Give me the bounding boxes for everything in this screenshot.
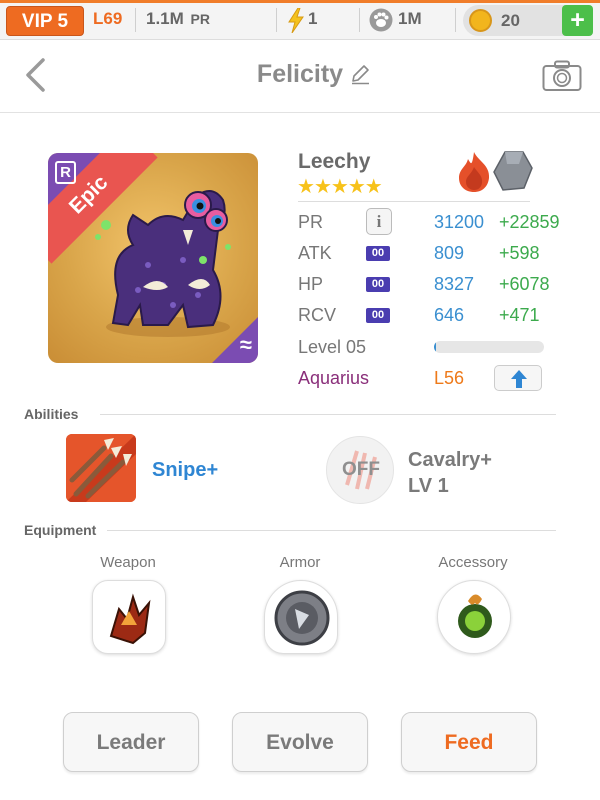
divider bbox=[359, 8, 360, 32]
equipment-section-title: Equipment bbox=[24, 522, 97, 538]
monster-name: Leechy bbox=[298, 150, 371, 173]
zodiac-name: Aquarius bbox=[298, 368, 370, 388]
cavalry-ability-icon[interactable]: OFF bbox=[326, 436, 394, 504]
snipe-ability-icon[interactable] bbox=[66, 434, 136, 502]
divider bbox=[298, 201, 530, 202]
weapon-icon bbox=[109, 593, 151, 645]
stat-value-rcv: 646 bbox=[434, 305, 465, 325]
arrows-icon bbox=[66, 434, 136, 502]
stat-bonus-rcv: +471 bbox=[499, 305, 540, 325]
ability-level-cavalry: LV 1 bbox=[408, 475, 449, 497]
status-bar: VIP 5 L69 1.1M PR 1 1M 20 + bbox=[0, 0, 600, 40]
stat-value-atk: 809 bbox=[434, 243, 465, 263]
energy-value: 1 bbox=[308, 9, 318, 28]
equipment-label-weapon: Weapon bbox=[100, 554, 156, 571]
player-level: L69 bbox=[93, 9, 123, 28]
star-icon: ★ bbox=[313, 176, 332, 198]
lightning-icon bbox=[288, 8, 304, 33]
weapon-slot[interactable] bbox=[92, 580, 166, 654]
stat-tag-atk: 00 bbox=[366, 246, 390, 261]
divider bbox=[276, 8, 277, 32]
abilities-section-title: Abilities bbox=[24, 406, 79, 422]
paw-icon bbox=[369, 8, 393, 32]
accessory-icon bbox=[458, 594, 492, 638]
paw-value: 1M bbox=[398, 9, 422, 28]
stat-label-hp: HP bbox=[298, 274, 324, 294]
info-button[interactable]: i bbox=[366, 208, 392, 235]
coin-counter: 20 + bbox=[463, 5, 593, 36]
monster-detail-screen: VIP 5 L69 1.1M PR 1 1M 20 + Felicity Epi… bbox=[0, 0, 600, 800]
stat-value-pr: 31200 bbox=[434, 212, 485, 232]
star-icon: ★ bbox=[347, 176, 366, 198]
water-element-icon: ≈ bbox=[239, 332, 252, 357]
arrow-up-icon bbox=[511, 370, 527, 388]
star-icon: ★ bbox=[330, 176, 349, 198]
accessory-slot[interactable] bbox=[437, 580, 511, 654]
stat-label-rcv: RCV bbox=[298, 305, 337, 325]
ability-name-snipe: Snipe+ bbox=[152, 459, 219, 481]
divider bbox=[100, 414, 556, 415]
armor-icon bbox=[274, 590, 330, 646]
stat-tag-rcv: 00 bbox=[366, 308, 390, 323]
zodiac-upgrade-button[interactable] bbox=[494, 365, 542, 391]
stat-label-pr: PR bbox=[298, 212, 324, 232]
ability-name-cavalry: Cavalry+ bbox=[408, 449, 492, 471]
rank-badge: R bbox=[55, 161, 76, 184]
monster-portrait bbox=[95, 190, 231, 337]
camera-icon[interactable] bbox=[542, 60, 582, 92]
power-unit: PR bbox=[190, 11, 210, 27]
coin-value: 20 bbox=[501, 11, 520, 30]
ability-status-off: OFF bbox=[342, 459, 380, 480]
divider bbox=[135, 8, 136, 32]
equipment-label-accessory: Accessory bbox=[438, 554, 508, 571]
divider bbox=[107, 530, 556, 531]
stat-bonus-pr: +22859 bbox=[499, 212, 560, 232]
feed-button[interactable]: Feed bbox=[401, 712, 537, 772]
stat-value-hp: 8327 bbox=[434, 274, 475, 294]
page-title: Felicity bbox=[256, 60, 344, 88]
star-icon: ★ bbox=[364, 176, 383, 198]
level-progress-fill bbox=[434, 341, 437, 353]
stat-bonus-atk: +598 bbox=[499, 243, 540, 263]
equipment-label-armor: Armor bbox=[279, 554, 321, 571]
leader-button[interactable]: Leader bbox=[63, 712, 199, 772]
coin-icon bbox=[469, 9, 492, 32]
edit-pencil-icon[interactable] bbox=[350, 64, 371, 85]
level-progress-bar bbox=[434, 341, 544, 353]
stat-label-atk: ATK bbox=[298, 243, 332, 263]
level-label: Level 05 bbox=[298, 337, 367, 357]
add-coins-button[interactable]: + bbox=[562, 5, 593, 36]
star-icon: ★ bbox=[297, 176, 315, 198]
divider bbox=[455, 8, 456, 32]
stat-bonus-hp: +6078 bbox=[499, 274, 550, 294]
stat-tag-hp: 00 bbox=[366, 277, 390, 292]
armor-slot[interactable] bbox=[264, 580, 338, 654]
rock-element-icon bbox=[493, 151, 533, 191]
fire-element-icon bbox=[459, 152, 490, 192]
zodiac-level: L56 bbox=[434, 368, 465, 388]
evolve-button[interactable]: Evolve bbox=[232, 712, 368, 772]
monster-card[interactable]: Epic R ≈ bbox=[48, 153, 258, 363]
power-value: 1.1M PR bbox=[146, 9, 210, 28]
vip-badge[interactable]: VIP 5 bbox=[6, 6, 84, 36]
star-rating: ★★★★★ bbox=[297, 174, 383, 199]
